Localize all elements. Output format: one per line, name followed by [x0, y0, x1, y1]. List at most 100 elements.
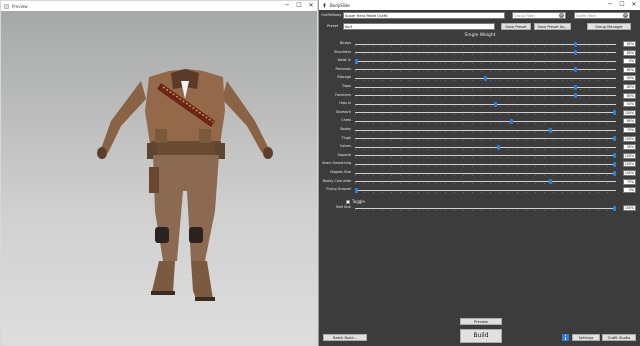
slider-row: Gapsize 100% [319, 152, 640, 161]
slider-row: Stomach 100% [319, 109, 640, 118]
search-icon-2: ⌕ [568, 12, 571, 17]
info-icon[interactable] [562, 334, 569, 341]
slider-track[interactable] [355, 189, 616, 191]
slider-track[interactable] [355, 129, 616, 131]
slider-value[interactable]: 75% [623, 178, 636, 185]
slider-label: Calves [339, 144, 351, 149]
save-preset-as-button[interactable]: Save Preset As... [534, 23, 571, 30]
section-title: Single Weight [464, 33, 496, 38]
bodyslide-window: BodySlide ─ ☐ ✕ Outfit/Body Super Hero P… [318, 0, 640, 346]
clear-outfit-filter-icon[interactable]: ✕ [623, 13, 628, 18]
slider-track[interactable] [355, 60, 616, 62]
slider-thumb[interactable] [613, 170, 616, 176]
settings-button[interactable]: Settings [572, 334, 600, 341]
close-icon[interactable]: ✕ [628, 0, 640, 10]
slider-thumb[interactable] [548, 179, 552, 185]
slider-value[interactable]: 100% [623, 205, 636, 211]
slider-value[interactable]: 60% [623, 118, 636, 125]
slider-value[interactable]: 0% [623, 187, 636, 194]
slider-track[interactable] [355, 146, 616, 148]
slider-label: Ribcage [337, 75, 351, 80]
slider-thumb[interactable] [574, 41, 578, 47]
slider-track[interactable] [355, 120, 616, 122]
slider-thumb[interactable] [613, 136, 616, 142]
maximize-icon[interactable]: ☐ [293, 1, 305, 11]
slider-value[interactable]: 100% [623, 152, 636, 159]
outfit-studio-button[interactable]: Outfit Studio [602, 334, 636, 341]
slider-value[interactable]: 0% [623, 58, 636, 65]
slider-ticks [355, 183, 616, 185]
slider-thumb[interactable] [613, 153, 616, 159]
batch-build-button[interactable]: Batch Build... [323, 334, 367, 341]
slider-value[interactable]: 55% [623, 144, 636, 151]
preview-window: Preview ─ ☐ ✕ [0, 0, 318, 346]
slider-label: Flying Grapnel [326, 187, 351, 192]
slider-thumb[interactable] [494, 101, 498, 107]
slider-row: Seam Smoothing 100% [319, 160, 640, 169]
slider-value[interactable]: 100% [623, 135, 636, 142]
slider-value[interactable]: 54% [623, 101, 636, 108]
slider-value[interactable]: 85% [623, 92, 636, 99]
slider-thumb[interactable] [613, 110, 616, 116]
3d-preview-viewport[interactable] [1, 11, 317, 345]
outfit-filter-input[interactable]: Outfit Filter [574, 12, 630, 19]
maximize-icon[interactable]: ☐ [616, 0, 628, 10]
slider-ticks [355, 122, 616, 124]
slider-value[interactable]: 75% [623, 127, 636, 133]
preview-titlebar: Preview ─ ☐ ✕ [1, 1, 317, 11]
slider-thumb[interactable] [355, 58, 358, 64]
slider-thumb[interactable] [509, 118, 513, 124]
slider-thumb[interactable] [574, 93, 578, 99]
slider-value[interactable]: 85% [623, 41, 636, 47]
preview-window-controls: ─ ☐ ✕ [281, 1, 317, 11]
slider-row: Pectorals 85% [319, 66, 640, 75]
slider-thumb[interactable] [574, 84, 578, 90]
slider-thumb[interactable] [574, 50, 578, 56]
preview-button[interactable]: Preview [460, 318, 502, 325]
slider-track[interactable] [355, 103, 616, 105]
slider-track[interactable] [355, 207, 616, 209]
close-icon[interactable]: ✕ [305, 1, 317, 11]
clear-group-filter-icon[interactable]: ✕ [559, 13, 564, 18]
preset-select[interactable]: Kurt [343, 23, 495, 30]
outfit-body-select[interactable]: Super Hero Pallet Outfit [343, 12, 505, 19]
build-button[interactable]: Build [460, 329, 502, 343]
slider-label: Gapsize [337, 152, 351, 157]
slider-value[interactable]: 85% [623, 66, 636, 73]
group-filter-input[interactable]: Group Filter [512, 12, 566, 19]
slider-track[interactable] [355, 163, 616, 165]
slider-thumb[interactable] [355, 187, 358, 193]
slider-label: Booby [340, 127, 351, 131]
slider-value[interactable]: 50% [623, 75, 636, 82]
slider-value[interactable]: 85% [623, 84, 636, 90]
slider-value[interactable]: 100% [623, 109, 636, 116]
slider-thumb[interactable] [613, 205, 616, 211]
slider-thumb[interactable] [613, 161, 616, 167]
checkbox-icon[interactable] [346, 199, 350, 204]
bodyslide-window-controls: ─ ☐ ✕ [604, 0, 640, 10]
slider-track[interactable] [355, 112, 616, 114]
slider-row-belt-size: Belt Size 100% [319, 204, 640, 213]
slider-value[interactable]: 100% [623, 161, 636, 168]
slider-row: Biceps 85% [319, 40, 640, 49]
slider-value[interactable]: 100% [623, 170, 636, 176]
minimize-icon[interactable]: ─ [604, 0, 616, 10]
slider-label: Thigh [341, 135, 351, 140]
bodyslide-titlebar: BodySlide ─ ☐ ✕ [319, 0, 640, 10]
save-preset-button[interactable]: Save Preset [501, 23, 531, 30]
slider-row: Forearms 85% [319, 92, 640, 101]
slider-thumb[interactable] [484, 75, 487, 81]
slider-thumb[interactable] [496, 144, 500, 150]
group-manager-button[interactable]: Group Manager [587, 23, 631, 30]
slider-track[interactable] [355, 181, 616, 183]
slider-ticks [355, 148, 616, 150]
preview-title: Preview [12, 3, 28, 9]
minimize-icon[interactable]: ─ [281, 1, 293, 11]
slider-label: Pectorals [335, 66, 351, 71]
slider-label: Hips In [339, 101, 351, 106]
slider-track[interactable] [355, 138, 616, 140]
slider-track[interactable] [355, 155, 616, 157]
slider-track[interactable] [355, 172, 616, 174]
slider-value[interactable]: 85% [623, 49, 636, 56]
slider-thumb[interactable] [548, 127, 552, 133]
